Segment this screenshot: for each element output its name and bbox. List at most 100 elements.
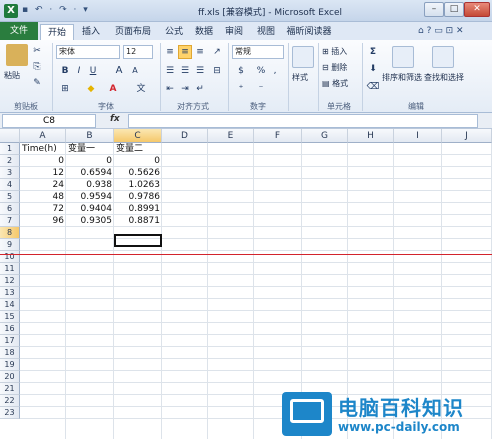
column-header-c[interactable]: C: [114, 129, 162, 143]
cell-a1[interactable]: Time(h): [20, 143, 66, 155]
shrink-font-button[interactable]: A: [128, 64, 142, 78]
column-header-e[interactable]: E: [208, 129, 254, 143]
copy-icon[interactable]: ⎘: [30, 60, 44, 74]
row-header-3[interactable]: 3: [0, 167, 20, 179]
font-color-icon[interactable]: A: [106, 82, 120, 96]
row-header-14[interactable]: 14: [0, 299, 20, 311]
tab-formulas[interactable]: 公式: [160, 24, 188, 40]
cell-c2[interactable]: 0: [114, 155, 162, 167]
select-all-corner[interactable]: [0, 129, 20, 143]
row-header-5[interactable]: 5: [0, 191, 20, 203]
cell-b5[interactable]: 0.9594: [66, 191, 114, 203]
percent-button[interactable]: %: [254, 64, 268, 78]
cell-c4[interactable]: 1.0263: [114, 179, 162, 191]
number-format-box[interactable]: 常规: [232, 45, 284, 59]
cell-c1[interactable]: 变量二: [114, 143, 162, 155]
cell-c5[interactable]: 0.9786: [114, 191, 162, 203]
row-header-22[interactable]: 22: [0, 395, 20, 407]
bold-button[interactable]: B: [58, 64, 72, 78]
column-header-b[interactable]: B: [66, 129, 114, 143]
maximize-button[interactable]: □: [444, 2, 464, 17]
clear-icon[interactable]: ⌫: [366, 80, 380, 94]
decrease-decimal-icon[interactable]: ⁻: [254, 82, 268, 96]
find-select-label[interactable]: 查找和选择: [424, 72, 464, 83]
column-header-j[interactable]: J: [442, 129, 492, 143]
wrap-text-icon[interactable]: ↵: [193, 82, 207, 96]
cell-b7[interactable]: 0.9305: [66, 215, 114, 227]
row-header-16[interactable]: 16: [0, 323, 20, 335]
row-header-2[interactable]: 2: [0, 155, 20, 167]
sort-filter-label[interactable]: 排序和筛选: [382, 72, 422, 83]
tab-file[interactable]: 文件: [0, 22, 38, 40]
cell-c7[interactable]: 0.8871: [114, 215, 162, 227]
column-header-a[interactable]: A: [20, 129, 66, 143]
styles-label[interactable]: 样式: [292, 72, 308, 83]
tab-insert[interactable]: 插入: [76, 24, 106, 40]
find-select-icon[interactable]: [432, 46, 454, 68]
tab-view[interactable]: 视图: [252, 24, 280, 40]
row-header-10[interactable]: 10: [0, 251, 20, 263]
align-right-icon[interactable]: ☰: [193, 64, 207, 78]
cell-a3[interactable]: 12: [20, 167, 66, 179]
italic-button[interactable]: I: [72, 64, 86, 78]
increase-decimal-icon[interactable]: ⁺: [234, 82, 248, 96]
delete-cells-button[interactable]: ⊟ 删除: [322, 62, 347, 73]
row-header-7[interactable]: 7: [0, 215, 20, 227]
column-header-g[interactable]: G: [302, 129, 348, 143]
row-header-1[interactable]: 1: [0, 143, 20, 155]
sort-filter-icon[interactable]: [392, 46, 414, 68]
fill-color-icon[interactable]: ◆: [84, 82, 98, 96]
font-name-box[interactable]: 宋体: [56, 45, 120, 59]
name-box[interactable]: C8: [2, 114, 96, 128]
cell-a6[interactable]: 72: [20, 203, 66, 215]
fx-icon[interactable]: fx: [110, 114, 126, 124]
row-header-6[interactable]: 6: [0, 203, 20, 215]
comma-button[interactable]: ,: [268, 64, 282, 78]
row-header-23[interactable]: 23: [0, 407, 20, 419]
row-header-20[interactable]: 20: [0, 371, 20, 383]
align-bottom-icon[interactable]: ≡: [193, 45, 207, 59]
tab-data[interactable]: 数据: [190, 24, 218, 40]
orientation-icon[interactable]: ↗: [210, 45, 224, 59]
row-header-9[interactable]: 9: [0, 239, 20, 251]
align-left-icon[interactable]: ☰: [163, 64, 177, 78]
paste-label[interactable]: 粘贴: [4, 70, 20, 81]
insert-cells-button[interactable]: ⊞ 插入: [322, 46, 347, 57]
column-header-f[interactable]: F: [254, 129, 302, 143]
row-header-17[interactable]: 17: [0, 335, 20, 347]
help-controls[interactable]: ⌂ ? ▭ ⊡ ✕: [418, 26, 464, 36]
row-header-19[interactable]: 19: [0, 359, 20, 371]
column-header-d[interactable]: D: [162, 129, 208, 143]
cell-b2[interactable]: 0: [66, 155, 114, 167]
currency-icon[interactable]: $: [234, 64, 248, 78]
cell-a4[interactable]: 24: [20, 179, 66, 191]
increase-indent-icon[interactable]: ⇥: [178, 82, 192, 96]
column-header-i[interactable]: I: [394, 129, 442, 143]
cell-b3[interactable]: 0.6594: [66, 167, 114, 179]
fill-icon[interactable]: ⬇: [366, 62, 380, 76]
minimize-button[interactable]: –: [424, 2, 444, 17]
close-button[interactable]: ✕: [464, 2, 490, 17]
decrease-indent-icon[interactable]: ⇤: [163, 82, 177, 96]
autosum-button[interactable]: Σ: [366, 45, 380, 59]
paste-icon[interactable]: [6, 44, 28, 66]
row-header-13[interactable]: 13: [0, 287, 20, 299]
tab-home[interactable]: 开始: [40, 24, 74, 40]
cell-c3[interactable]: 0.5626: [114, 167, 162, 179]
cell-b4[interactable]: 0.938: [66, 179, 114, 191]
cut-icon[interactable]: ✂: [30, 44, 44, 58]
cell-c6[interactable]: 0.8991: [114, 203, 162, 215]
row-header-12[interactable]: 12: [0, 275, 20, 287]
row-header-15[interactable]: 15: [0, 311, 20, 323]
phonetic-icon[interactable]: 文: [134, 82, 148, 96]
row-header-21[interactable]: 21: [0, 383, 20, 395]
row-header-11[interactable]: 11: [0, 263, 20, 275]
cell-a5[interactable]: 48: [20, 191, 66, 203]
cell-a2[interactable]: 0: [20, 155, 66, 167]
styles-icon[interactable]: [292, 46, 314, 68]
align-middle-icon[interactable]: ≡: [178, 45, 192, 59]
column-header-h[interactable]: H: [348, 129, 394, 143]
tab-page-layout[interactable]: 页面布局: [108, 24, 158, 40]
quick-access-toolbar[interactable]: ▪ ↶ · ↷ · ▾: [22, 5, 90, 15]
cell-b6[interactable]: 0.9404: [66, 203, 114, 215]
